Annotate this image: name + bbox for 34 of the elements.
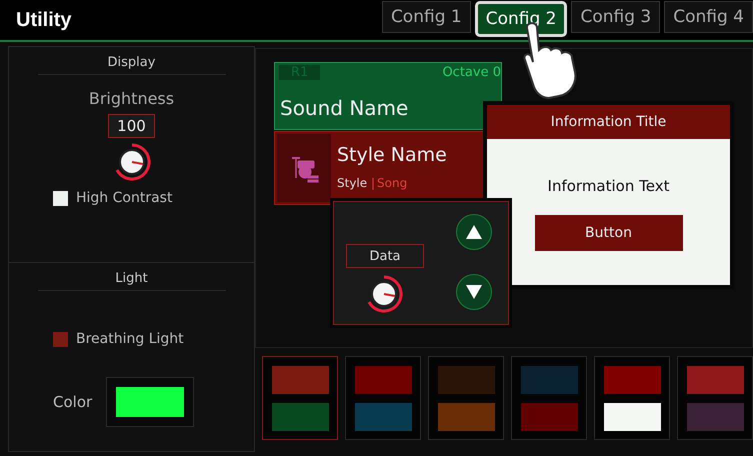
page-title: Utility: [15, 9, 73, 33]
dialog-title: Information Title: [487, 105, 730, 139]
color-scheme-option[interactable]: [677, 356, 753, 440]
config-tab[interactable]: Config 4: [664, 1, 753, 33]
song-tag: Song: [377, 176, 408, 190]
color-picker[interactable]: [106, 377, 194, 427]
config-tab[interactable]: Config 3: [571, 1, 660, 33]
down-button[interactable]: [456, 274, 492, 310]
checkbox[interactable]: [53, 332, 68, 346]
dialog-text: Information Text: [548, 177, 670, 195]
dialog-button[interactable]: Button: [534, 215, 682, 251]
up-triangle-icon: [466, 225, 482, 239]
color-label: Color: [53, 393, 92, 411]
config-tab[interactable]: Config 1: [382, 1, 471, 33]
section-heading: Light: [38, 263, 226, 291]
style-tag: Style: [337, 176, 368, 190]
octave-label: Octave 0: [442, 65, 501, 80]
color-scheme-option[interactable]: [594, 356, 670, 440]
checkbox[interactable]: [53, 190, 68, 206]
brightness-label: Brightness: [88, 89, 174, 108]
color-scheme-option[interactable]: [345, 356, 421, 440]
data-label: Data: [346, 244, 424, 268]
checkbox-label: High Contrast: [76, 190, 172, 206]
color-scheme-option[interactable]: [511, 356, 587, 440]
checkbox-label: Breathing Light: [76, 331, 184, 347]
color-scheme-option[interactable]: [428, 356, 504, 440]
down-triangle-icon: [466, 285, 482, 299]
sound-name: Sound Name: [280, 96, 408, 120]
separator: |: [371, 176, 376, 190]
section-heading: Display: [38, 47, 226, 75]
brightness-value[interactable]: 100: [108, 114, 155, 138]
style-name: Style Name: [337, 144, 447, 166]
up-button[interactable]: [456, 214, 492, 250]
color-scheme-option[interactable]: [262, 356, 338, 440]
